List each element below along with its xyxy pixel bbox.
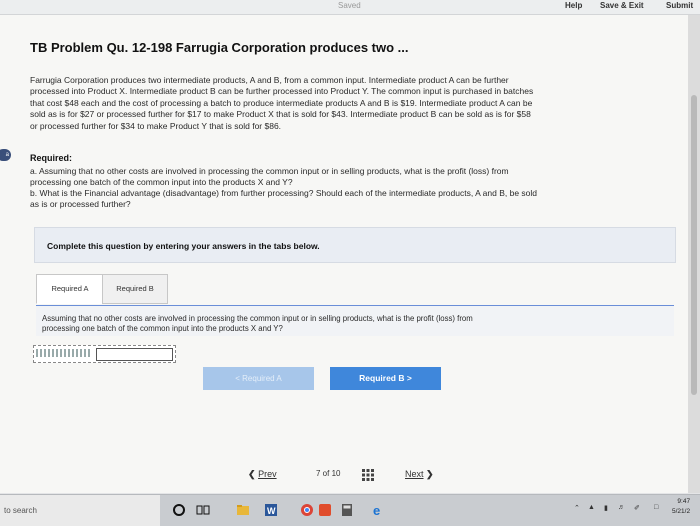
cortana-icon[interactable]	[172, 503, 186, 517]
taskbar-search[interactable]: to search	[0, 495, 160, 526]
tab-required-b[interactable]: Required B	[102, 274, 168, 304]
clock-time: 9:47	[677, 498, 691, 505]
submit-link[interactable]: Submit	[666, 1, 693, 10]
problem-line: Farrugia Corporation produces two interm…	[30, 75, 509, 85]
scrollbar[interactable]	[688, 15, 700, 493]
next-label: Next	[405, 469, 424, 479]
next-tab-button[interactable]: Required B >	[330, 367, 441, 390]
grid-icon[interactable]	[362, 469, 374, 481]
next-question-link[interactable]: Next ❯	[405, 469, 434, 480]
question-text: Assuming that no other costs are involve…	[42, 314, 662, 334]
chevron-up-icon[interactable]: ⌃	[574, 504, 580, 512]
svg-text:W: W	[267, 506, 276, 516]
question-line: processing one batch of the common input…	[42, 324, 283, 333]
calculator-icon[interactable]	[340, 503, 354, 517]
tab-required-a[interactable]: Required A	[36, 274, 104, 304]
prev-question-link[interactable]: ❮ Prev	[248, 469, 277, 480]
notifications-icon[interactable]: □	[654, 504, 658, 511]
network-icon[interactable]: ▲	[588, 504, 595, 511]
answer-row	[33, 345, 176, 363]
svg-text:e: e	[373, 503, 380, 517]
taskbar-search-text: to search	[4, 506, 37, 515]
instruction-text: Complete this question by entering your …	[47, 241, 320, 251]
saved-status: Saved	[338, 1, 361, 10]
app-icon[interactable]	[318, 503, 332, 517]
help-link[interactable]: Help	[565, 1, 582, 10]
edge-icon[interactable]: e	[372, 503, 386, 517]
prev-label: Prev	[258, 469, 277, 479]
os-taskbar: to search W e ⌃ ▲ ▮ ♬ ✐ □ 9:47 5/21/2	[0, 494, 700, 526]
chevron-left-icon: ❮	[248, 469, 256, 479]
problem-line: processed into Product X. Intermediate p…	[30, 86, 534, 97]
question-panel: Assuming that no other costs are involve…	[36, 306, 674, 336]
file-explorer-icon[interactable]	[236, 503, 250, 517]
required-text: a. Assuming that no other costs are invo…	[30, 166, 680, 210]
prev-tab-button[interactable]: < Required A	[203, 367, 314, 390]
pen-icon[interactable]: ✐	[634, 504, 640, 512]
required-line: as is or processed further?	[30, 199, 131, 209]
required-heading: Required:	[30, 153, 73, 163]
question-line: Assuming that no other costs are involve…	[42, 314, 473, 323]
problem-line: that cost $48 each and the cost of proce…	[30, 97, 533, 108]
top-bar: Saved Help Save & Exit Submit	[0, 0, 700, 15]
clock-date: 5/21/2	[672, 508, 691, 515]
clock[interactable]: 9:47 5/21/2	[672, 497, 690, 517]
question-pager: ❮ Prev 7 of 10 Next ❯	[0, 467, 700, 485]
problem-line: or processed further for $34 to make Pro…	[30, 120, 282, 131]
scrollbar-thumb[interactable]	[691, 95, 697, 395]
required-line: b. What is the Financial advantage (disa…	[30, 188, 537, 198]
task-view-icon[interactable]	[196, 503, 210, 517]
required-line: processing one batch of the common input…	[30, 177, 293, 187]
problem-title: TB Problem Qu. 12-198 Farrugia Corporati…	[30, 40, 409, 55]
save-exit-link[interactable]: Save & Exit	[600, 1, 644, 10]
answer-input[interactable]	[96, 348, 173, 361]
battery-icon[interactable]: ▮	[604, 504, 608, 512]
chevron-right-icon: ❯	[426, 469, 434, 479]
word-icon[interactable]: W	[264, 503, 278, 517]
question-count: 7 of 10	[316, 469, 341, 478]
answer-label-cell	[36, 349, 92, 357]
volume-icon[interactable]: ♬	[618, 504, 625, 511]
chrome-icon[interactable]	[300, 503, 314, 517]
instruction-banner: Complete this question by entering your …	[34, 227, 676, 263]
problem-text: Farrugia Corporation produces two interm…	[30, 75, 680, 132]
required-line: a. Assuming that no other costs are invo…	[30, 166, 509, 176]
problem-line: sold as is for $27 or processed further …	[30, 109, 531, 120]
